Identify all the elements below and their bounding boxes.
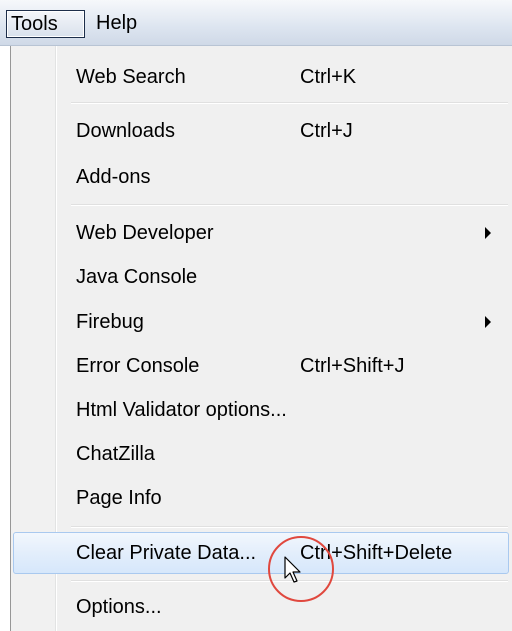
menu-item-label: Clear Private Data... bbox=[76, 542, 257, 564]
menu-item-label: Html Validator options... bbox=[76, 399, 287, 421]
menu-item-label: Downloads bbox=[76, 120, 175, 142]
menu-item-label: Web Search bbox=[76, 66, 186, 88]
mouse-pointer-icon bbox=[284, 556, 301, 583]
menu-item-page-info[interactable]: Page Info bbox=[11, 477, 511, 519]
menu-item-html-validator-options[interactable]: Html Validator options... bbox=[11, 389, 511, 431]
menu-item-web-developer[interactable]: Web Developer bbox=[11, 212, 511, 254]
menu-item-label: Java Console bbox=[76, 266, 198, 288]
menu-separator bbox=[71, 102, 508, 104]
menubar-help[interactable]: Help bbox=[92, 10, 141, 38]
menu-item-firebug[interactable]: Firebug bbox=[11, 301, 511, 343]
menu-item-shortcut: Ctrl+Shift+J bbox=[300, 355, 405, 377]
menu-item-label: Page Info bbox=[76, 487, 162, 509]
menu-item-label: Firebug bbox=[76, 311, 144, 333]
menubar: Tools Help bbox=[0, 0, 512, 46]
menubar-help-label: Help bbox=[96, 12, 138, 34]
menu-item-shortcut: Ctrl+J bbox=[300, 120, 353, 142]
menu-item-label: Error Console bbox=[76, 355, 200, 377]
menu-item-web-search[interactable]: Web Search Ctrl+K bbox=[11, 56, 511, 98]
menu-item-error-console[interactable]: Error Console Ctrl+Shift+J bbox=[11, 345, 511, 387]
submenu-arrow-icon bbox=[485, 316, 491, 328]
menu-item-label: Add-ons bbox=[76, 166, 151, 188]
menu-item-options[interactable]: Options... bbox=[11, 586, 511, 628]
menu-item-shortcut: Ctrl+K bbox=[300, 66, 357, 88]
menu-item-label: Options... bbox=[76, 596, 162, 618]
tools-dropdown-menu: Web Search Ctrl+K Downloads Ctrl+J Add-o… bbox=[10, 46, 512, 631]
menubar-tools-label: Tools bbox=[11, 13, 58, 35]
menu-item-clear-private-data[interactable]: Clear Private Data... Ctrl+Shift+Delete bbox=[13, 532, 509, 574]
screen: Tools Help Web Search Ctrl+K Downloads C… bbox=[0, 0, 512, 631]
menu-separator bbox=[71, 204, 508, 206]
menubar-tools[interactable]: Tools bbox=[6, 10, 85, 38]
menu-item-label: Web Developer bbox=[76, 222, 214, 244]
menu-item-add-ons[interactable]: Add-ons bbox=[11, 156, 511, 198]
menu-separator bbox=[71, 526, 508, 528]
menu-item-downloads[interactable]: Downloads Ctrl+J bbox=[11, 110, 511, 152]
menu-item-java-console[interactable]: Java Console bbox=[11, 256, 511, 298]
menu-item-chatzilla[interactable]: ChatZilla bbox=[11, 433, 511, 475]
submenu-arrow-icon bbox=[485, 227, 491, 239]
menu-item-label: ChatZilla bbox=[76, 443, 155, 465]
